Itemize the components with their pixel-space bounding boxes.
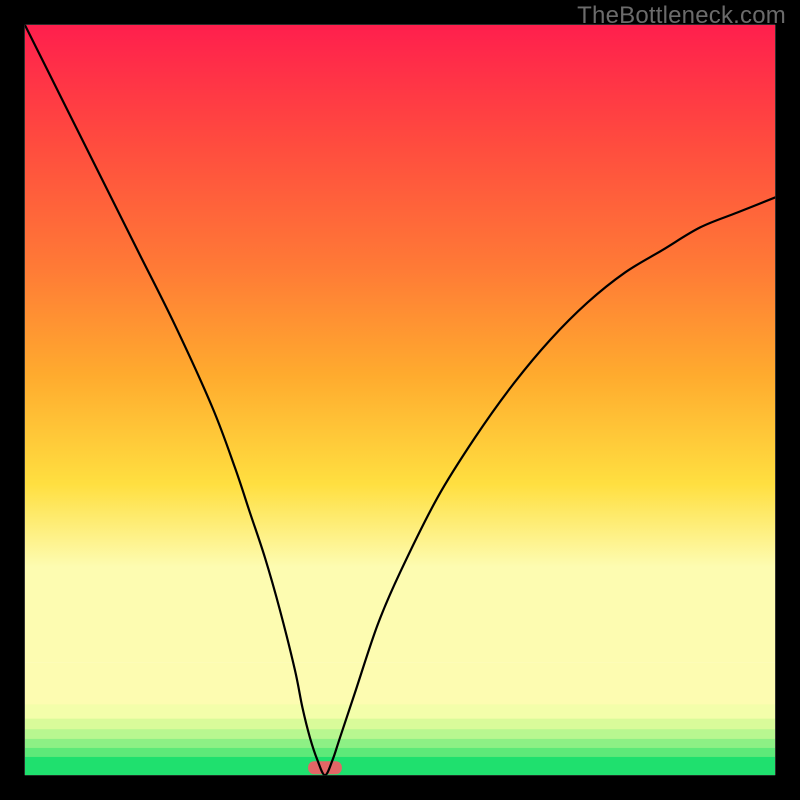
gradient-background	[25, 25, 775, 663]
green-bands	[25, 663, 775, 776]
watermark-text: TheBottleneck.com	[577, 2, 786, 30]
minimum-marker	[308, 761, 342, 774]
bottleneck-chart	[0, 0, 800, 800]
chart-container: { "watermark": "TheBottleneck.com", "cha…	[0, 0, 800, 800]
